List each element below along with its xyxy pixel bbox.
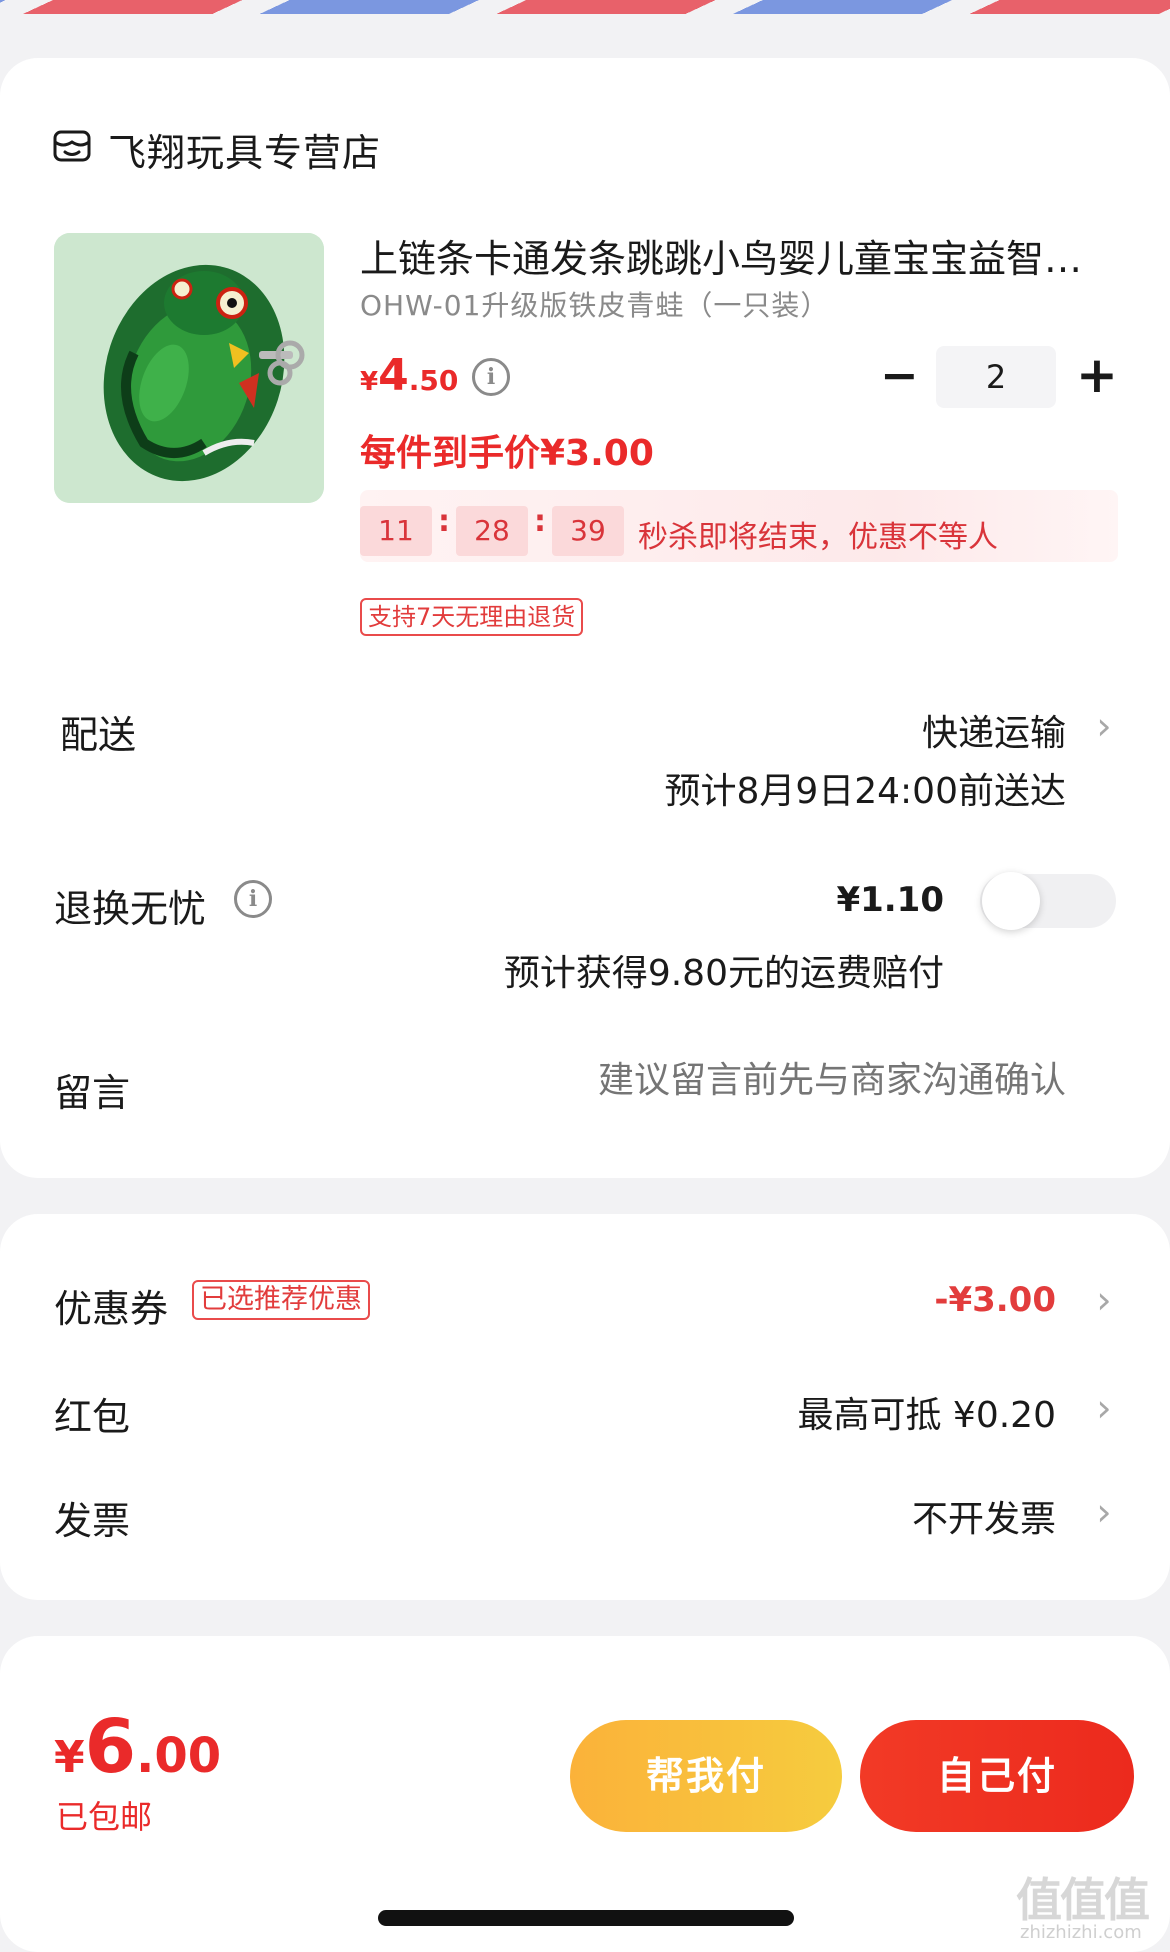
product-image[interactable] — [54, 233, 324, 503]
invoice-value[interactable]: 不开发票 — [912, 1490, 1056, 1542]
watermark-url: zhizhizhi.com — [1020, 1922, 1142, 1943]
quantity-value[interactable]: 2 — [936, 346, 1056, 408]
shipping-label: 配送 — [60, 713, 137, 757]
invoice-label: 发票 — [54, 1499, 131, 1543]
red-packet-value[interactable]: 最高可抵 ¥0.20 — [797, 1386, 1056, 1438]
return-insurance-note: 预计获得9.80元的运费赔付 — [503, 953, 944, 994]
shipping-eta: 预计8月9日24:00前送达 — [664, 771, 1066, 812]
order-card — [0, 58, 1170, 1178]
quantity-decrease-button[interactable]: − — [880, 352, 919, 398]
help-me-pay-button[interactable]: 帮我付 — [570, 1720, 842, 1832]
countdown-separator: : — [438, 504, 450, 539]
red-packet-label: 红包 — [54, 1395, 131, 1439]
watermark: 值值值 — [1016, 1873, 1150, 1927]
countdown-separator: : — [534, 504, 546, 539]
coupon-recommended-badge: 已选推荐优惠 — [192, 1280, 370, 1320]
airmail-stripe — [0, 0, 1170, 22]
countdown-seconds: 39 — [552, 506, 624, 556]
message-input[interactable] — [446, 1060, 1066, 1101]
shop-name[interactable]: 飞翔玩具专营店 — [108, 122, 381, 177]
pay-myself-button[interactable]: 自己付 — [860, 1720, 1134, 1832]
product-title[interactable]: 上链条卡通发条跳跳小鸟婴儿童宝宝益智… — [360, 228, 1120, 283]
chevron-right-icon[interactable]: › — [1092, 1278, 1116, 1322]
return-insurance-price: ¥1.10 — [836, 880, 944, 920]
deal-price: 每件到手价¥3.00 — [360, 433, 654, 474]
free-shipping-label: 已包邮 — [56, 1798, 153, 1836]
chevron-right-icon[interactable]: › — [1092, 1490, 1116, 1534]
coupon-label: 优惠券 — [54, 1287, 169, 1331]
countdown-hours: 11 — [360, 506, 432, 556]
product-price: ¥4.50 — [360, 350, 459, 401]
chevron-right-icon[interactable]: › — [1092, 1386, 1116, 1430]
coupon-value[interactable]: -¥3.00 — [934, 1280, 1056, 1320]
countdown-text: 秒杀即将结束，优惠不等人 — [638, 520, 998, 555]
info-icon[interactable]: i — [234, 880, 272, 918]
total-price: ¥6.00 — [54, 1704, 222, 1790]
shipping-method[interactable]: 快递运输 — [922, 704, 1066, 756]
price-info-icon[interactable]: i — [472, 358, 510, 396]
product-spec: OHW-01升级版铁皮青蛙（一只装） — [360, 289, 830, 322]
chevron-right-icon[interactable]: › — [1092, 704, 1116, 748]
shop-icon — [52, 126, 92, 166]
return-policy-badge: 支持7天无理由退货 — [360, 598, 584, 636]
message-label: 留言 — [54, 1071, 131, 1115]
home-indicator[interactable] — [378, 1910, 794, 1926]
countdown-minutes: 28 — [456, 506, 528, 556]
return-insurance-label: 退换无忧 — [54, 887, 207, 931]
quantity-increase-button[interactable]: + — [1076, 350, 1118, 400]
toggle-knob[interactable] — [982, 872, 1040, 930]
